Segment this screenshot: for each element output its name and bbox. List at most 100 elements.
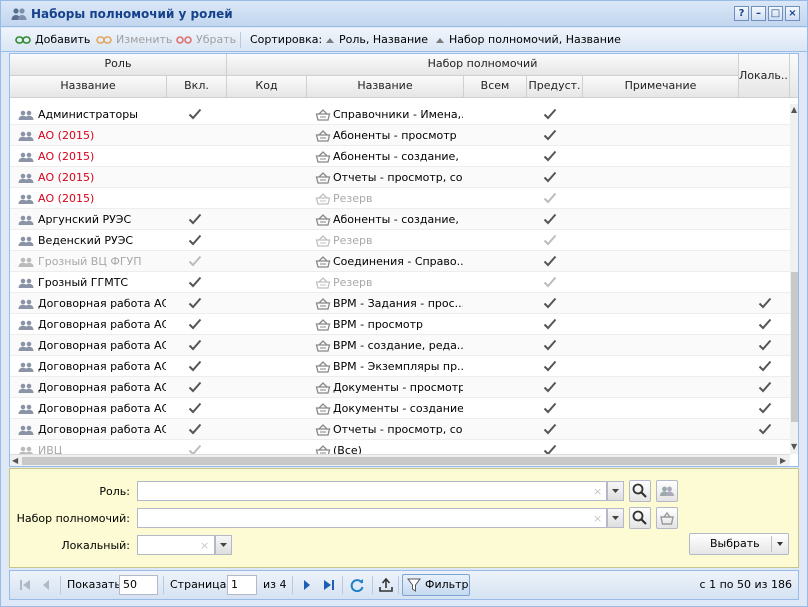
last-page-icon[interactable] <box>322 579 336 591</box>
table-row[interactable]: Грозный ГГМТС Резерв <box>10 272 790 293</box>
chevron-down-icon <box>612 489 619 493</box>
preset-check-icon <box>543 192 557 207</box>
table-row[interactable]: Веденский РУЭС Резерв <box>10 230 790 251</box>
refresh-icon[interactable] <box>349 577 365 593</box>
set-name-cell: Справочники - Имена,... <box>333 108 463 121</box>
users-icon <box>18 446 34 454</box>
page-size-input[interactable]: 50 <box>119 575 158 595</box>
table-row[interactable]: АО (2015) Отчеты - просмотр, со... <box>10 167 790 188</box>
horizontal-scrollbar[interactable]: ◀ ▶ <box>10 454 790 466</box>
group-header-role: Роль <box>10 54 227 76</box>
next-page-icon[interactable] <box>301 579 313 591</box>
set-filter-label: Набор полномочий: <box>16 512 130 525</box>
export-icon[interactable] <box>378 577 394 593</box>
add-button[interactable]: Добавить <box>15 33 90 49</box>
help-button[interactable]: ? <box>734 6 749 21</box>
role-name-cell: Администраторы <box>38 108 138 121</box>
set-name-cell: Отчеты - просмотр, со... <box>333 423 463 436</box>
set-pick-button[interactable] <box>656 507 678 529</box>
scroll-left-icon[interactable]: ◀ <box>12 456 18 466</box>
col-header-note[interactable]: Примечание <box>583 76 739 98</box>
window: Наборы полномочий у ролей ? – □ × Добави… <box>0 0 808 607</box>
set-name-cell: (Все) <box>333 444 362 454</box>
table-row[interactable]: Договорная работа АСВ ВРМ - Экземпляры пр… <box>10 356 790 377</box>
table-row[interactable]: Администраторы Справочники - Имена,... <box>10 104 790 125</box>
preset-check-icon <box>543 255 557 270</box>
role-name-cell: ИВЦ <box>38 444 63 454</box>
col-header-enabled[interactable]: Вкл. <box>167 76 227 98</box>
clear-icon[interactable]: × <box>593 485 602 498</box>
basket-icon <box>315 424 331 439</box>
role-name-cell: Договорная работа АСВ <box>38 423 166 436</box>
col-header-preset[interactable]: Предуст. <box>527 76 583 98</box>
set-search-button[interactable] <box>629 507 651 529</box>
enabled-check-icon <box>188 255 202 270</box>
sort-set-button[interactable]: Набор полномочий, Название <box>435 33 621 49</box>
link-edit-icon <box>96 36 112 44</box>
table-row[interactable]: Договорная работа АСВ ВРМ - просмотр <box>10 314 790 335</box>
set-name-cell: Резерв <box>333 234 373 247</box>
scroll-right-icon[interactable]: ▶ <box>780 456 786 466</box>
chevron-down-icon[interactable] <box>774 539 786 549</box>
local-filter-combo[interactable]: × <box>137 535 215 555</box>
role-search-button[interactable] <box>629 480 651 502</box>
set-filter-combo[interactable]: × <box>137 508 607 528</box>
local-filter-trigger[interactable] <box>215 535 232 555</box>
sort-role-button[interactable]: Роль, Название <box>325 33 428 49</box>
set-name-cell: Документы - создание... <box>333 402 463 415</box>
scroll-down-icon[interactable]: ▼ <box>791 442 797 452</box>
clear-icon[interactable]: × <box>200 539 209 552</box>
toolbar-separator <box>240 32 241 48</box>
role-filter-label: Роль: <box>99 485 130 498</box>
table-row[interactable]: Договорная работа АСВ Документы - создани… <box>10 398 790 419</box>
basket-icon <box>315 340 331 355</box>
local-check-icon <box>758 318 772 333</box>
local-check-icon <box>758 381 772 396</box>
table-row[interactable]: АО (2015) Резерв <box>10 188 790 209</box>
scroll-up-icon[interactable]: ▲ <box>791 105 797 115</box>
role-filter-trigger[interactable] <box>607 481 624 501</box>
preset-check-icon <box>543 444 557 454</box>
role-pick-button[interactable] <box>656 480 678 502</box>
table-row[interactable]: АО (2015) Абоненты - создание, ... <box>10 146 790 167</box>
col-header-all[interactable]: Всем <box>464 76 527 98</box>
edit-button[interactable]: Изменить <box>96 33 172 49</box>
page-number-input[interactable]: 1 <box>227 575 257 595</box>
col-header-set-name[interactable]: Название <box>307 76 464 98</box>
table-row[interactable]: ИВЦ (Все) <box>10 440 790 454</box>
table-row[interactable]: Договорная работа АСВ Документы - просмот… <box>10 377 790 398</box>
set-name-cell: ВРМ - просмотр <box>333 318 424 331</box>
prev-page-icon[interactable] <box>40 579 52 591</box>
col-header-role-name[interactable]: Название <box>10 76 167 98</box>
first-page-icon[interactable] <box>18 579 32 591</box>
enabled-check-icon <box>188 339 202 354</box>
role-filter-combo[interactable]: × <box>137 481 607 501</box>
maximize-button[interactable]: □ <box>768 6 783 21</box>
enabled-check-icon <box>188 108 202 123</box>
enabled-check-icon <box>188 213 202 228</box>
filter-toggle-button[interactable]: Фильтр <box>402 574 470 596</box>
clear-icon[interactable]: × <box>593 512 602 525</box>
table-row[interactable]: Договорная работа АСВ Отчеты - просмотр, … <box>10 419 790 440</box>
table-row[interactable]: Грозный ВЦ ФГУП Соединения - Справо... <box>10 251 790 272</box>
remove-button[interactable]: Убрать <box>176 33 236 49</box>
paging-separator <box>292 576 293 594</box>
sort-asc-icon <box>436 38 444 43</box>
basket-icon <box>315 151 331 166</box>
horizontal-scroll-thumb[interactable] <box>22 457 777 465</box>
col-header-local[interactable]: Локаль... <box>739 54 790 98</box>
table-row[interactable]: Договорная работа АСВ ВРМ - создание, ред… <box>10 335 790 356</box>
table-row[interactable]: Договорная работа АСВ ВРМ - Задания - про… <box>10 293 790 314</box>
minimize-button[interactable]: – <box>751 6 766 21</box>
close-button[interactable]: × <box>785 6 800 21</box>
vertical-scroll-thumb[interactable] <box>791 272 798 422</box>
col-header-code[interactable]: Код <box>227 76 307 98</box>
vertical-scrollbar[interactable]: ▲ ▼ <box>790 104 798 454</box>
table-row[interactable]: Аргунский РУЭС Абоненты - создание, ... <box>10 209 790 230</box>
set-name-cell: Резерв <box>333 276 373 289</box>
set-filter-trigger[interactable] <box>607 508 624 528</box>
preset-check-icon <box>543 318 557 333</box>
choose-split-button[interactable]: Выбрать <box>689 533 789 555</box>
page-count: из 4 <box>263 578 287 591</box>
table-row[interactable]: АО (2015) Абоненты - просмотр <box>10 125 790 146</box>
